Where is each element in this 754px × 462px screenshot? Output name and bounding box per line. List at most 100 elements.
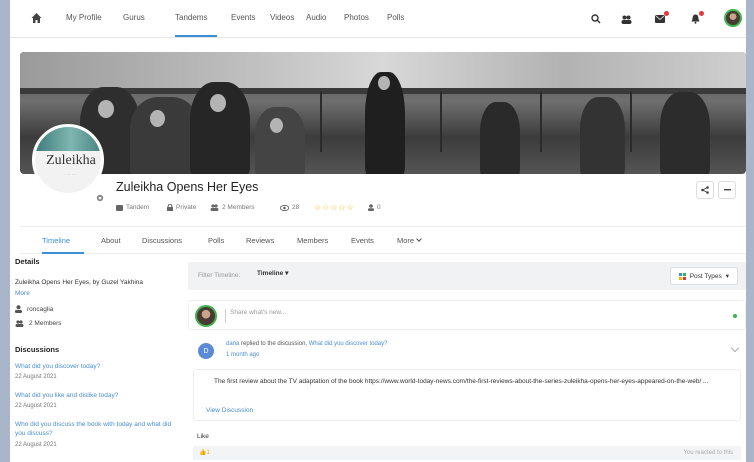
group-views-label: 28: [292, 204, 300, 211]
messages-unread-dot: [664, 11, 669, 16]
group-type-label: Tandem: [126, 204, 150, 211]
discussion-date: 22 August 2021: [15, 403, 57, 409]
share-button[interactable]: [696, 181, 714, 199]
page: My Profile Gurus Tandems Events Videos A…: [10, 0, 746, 462]
group-privacy: Private: [167, 204, 196, 211]
activity-header: dana replied to the discussion, What did…: [226, 341, 387, 347]
tab-reviews[interactable]: Reviews: [246, 236, 274, 245]
activity-action: replied to the discussion,: [241, 341, 308, 347]
tab-active-indicator: [42, 252, 84, 254]
organizer-name[interactable]: roncaglia: [27, 306, 53, 313]
book-cover-eyes: [35, 127, 101, 151]
nav-gurus[interactable]: Gurus: [123, 13, 145, 22]
tab-about[interactable]: About: [101, 236, 121, 245]
notifications-unread-dot: [699, 11, 704, 16]
online-status-dot: [733, 314, 737, 318]
tab-members[interactable]: Members: [297, 236, 328, 245]
user-avatar[interactable]: [724, 9, 742, 27]
cover-face: [98, 100, 114, 118]
cover-door-line: [320, 92, 322, 152]
caret-down-icon: ▾: [285, 270, 289, 277]
sidebar-members-label: 2 Members: [29, 320, 62, 327]
gear-icon[interactable]: [95, 193, 105, 203]
nav-photos[interactable]: Photos: [344, 13, 369, 22]
members-icon[interactable]: [617, 10, 635, 28]
chevron-down-icon: [416, 236, 422, 242]
activity-avatar[interactable]: D: [198, 343, 214, 359]
post-input[interactable]: Share what's new...: [225, 309, 730, 323]
rating-stars[interactable]: ☆☆☆☆☆: [314, 203, 355, 212]
activity-content-card: The first review about the TV adaptation…: [193, 369, 741, 421]
tab-discussions[interactable]: Discussions: [142, 236, 182, 245]
timeline-filter-select[interactable]: Timeline ▾: [257, 269, 288, 277]
activity-text: The first review about the TV adaptation…: [214, 378, 709, 385]
user-icon: [15, 305, 22, 313]
cover-door-line: [540, 92, 542, 152]
messages-icon[interactable]: [651, 10, 669, 28]
nav-events[interactable]: Events: [231, 13, 255, 22]
details-more-link[interactable]: More: [15, 289, 30, 298]
share-icon: [701, 186, 709, 194]
post-types-label: Post Types: [689, 272, 722, 280]
cover-door-line: [440, 92, 442, 152]
filter-label: Filter Timeline:: [198, 272, 241, 279]
members-icon: [15, 320, 24, 327]
cover-photo: [20, 52, 746, 174]
nav-my-profile[interactable]: My Profile: [66, 13, 102, 22]
cover-figure: [660, 92, 710, 174]
group-avatar-title: Zuleikha: [46, 153, 96, 168]
cover-figure: [580, 97, 625, 174]
like-count[interactable]: 👍1: [199, 449, 210, 456]
home-icon[interactable]: [30, 12, 43, 24]
tab-more[interactable]: More: [397, 236, 422, 245]
nav-polls[interactable]: Polls: [387, 13, 404, 22]
discussion-link[interactable]: What did you discover today?: [15, 362, 180, 371]
nav-audio[interactable]: Audio: [306, 13, 326, 22]
discussions-heading: Discussions: [15, 345, 60, 354]
minus-icon: [723, 189, 731, 191]
like-count-value: 1: [206, 450, 210, 456]
user-icon: [368, 204, 374, 211]
composer-avatar: [195, 305, 217, 327]
more-options-button[interactable]: [718, 181, 736, 199]
eye-icon: [280, 204, 289, 211]
post-types-button[interactable]: Post Types ▾: [669, 267, 738, 285]
post-composer: Share what's new...: [188, 300, 746, 330]
group-rating-label: 0: [377, 204, 381, 211]
group-rating: 0: [368, 204, 381, 211]
discussion-date: 22 August 2021: [15, 442, 57, 448]
tab-events[interactable]: Events: [351, 236, 374, 245]
view-discussion-link[interactable]: View Discussion: [206, 407, 253, 414]
group-type: Tandem: [116, 204, 149, 211]
like-button[interactable]: Like: [197, 433, 209, 440]
tab-timeline[interactable]: Timeline: [42, 236, 70, 245]
nav-tandems[interactable]: Tandems: [175, 13, 207, 22]
group-members-count: 2 Members: [210, 204, 255, 211]
discussion-link[interactable]: What did you like and dislike today?: [15, 391, 180, 400]
tab-more-label: More: [397, 236, 415, 245]
members-icon: [210, 204, 219, 211]
cover-figure: [255, 107, 305, 174]
cover-door-line: [630, 92, 632, 152]
group-avatar[interactable]: Zuleikha · · · · · ·: [32, 124, 104, 196]
nav-videos[interactable]: Videos: [270, 13, 294, 22]
chevron-down-icon[interactable]: [730, 343, 740, 353]
activity-user-link[interactable]: dana: [226, 341, 239, 347]
cover-face: [210, 94, 226, 112]
search-icon[interactable]: [587, 10, 605, 28]
notifications-bell-icon[interactable]: [686, 10, 704, 28]
lock-icon: [167, 204, 173, 211]
sidebar-members-row: 2 Members: [15, 320, 62, 327]
group-description: Zuleikha Opens Her Eyes, by Guzel Yakhin…: [15, 279, 144, 286]
discussion-date: 22 August 2021: [15, 374, 57, 380]
activity-discussion-link[interactable]: What did you discover today?: [309, 341, 388, 347]
group-views: 28: [280, 204, 299, 211]
top-navigation: My Profile Gurus Tandems Events Videos A…: [10, 0, 746, 38]
discussion-link[interactable]: Who did you discuss the book with today …: [15, 420, 175, 438]
nav-active-indicator: [175, 35, 217, 37]
tab-polls[interactable]: Polls: [208, 236, 224, 245]
details-heading: Details: [15, 257, 40, 266]
organizer-row: roncaglia: [15, 305, 53, 313]
group-members-label: 2 Members: [222, 204, 255, 211]
activity-time[interactable]: 1 month ago: [226, 352, 259, 358]
